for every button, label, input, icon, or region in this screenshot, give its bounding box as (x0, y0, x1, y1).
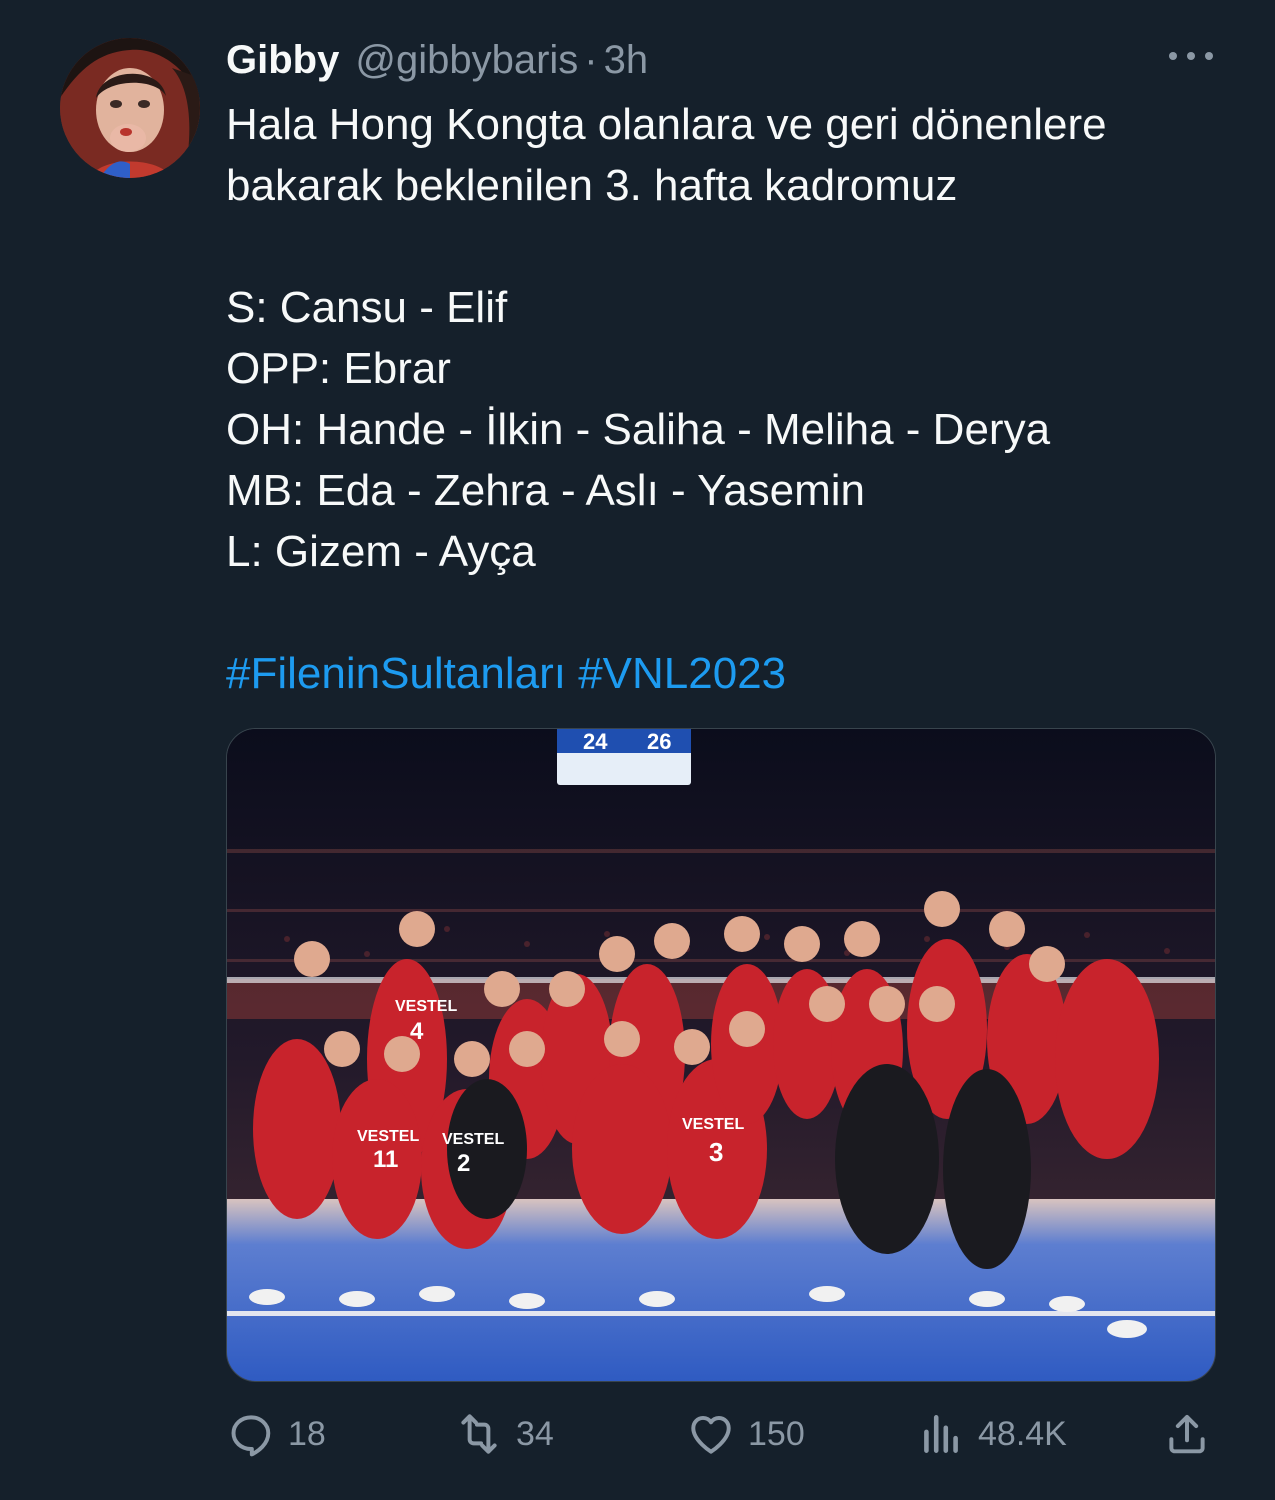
more-dot (1169, 52, 1177, 60)
jersey-brand: VESTEL (682, 1116, 744, 1133)
like-button[interactable]: 150 (686, 1404, 805, 1464)
jersey-brand: VESTEL (395, 998, 457, 1015)
more-dot (1187, 52, 1195, 60)
tweet-line: OH: Hande - İlkin - Saliha - Meliha - De… (226, 405, 1051, 454)
retweet-count: 34 (516, 1414, 554, 1453)
tweet-line: OPP: Ebrar (226, 344, 451, 393)
views-icon (924, 1415, 958, 1453)
avatar[interactable] (60, 38, 200, 178)
heart-icon (691, 1415, 731, 1454)
score-right: 26 (647, 729, 671, 754)
jersey-number: 11 (373, 1146, 398, 1173)
views-button[interactable]: 48.4K (916, 1404, 1067, 1464)
tweet-line (226, 582, 1216, 643)
tweet-header: Gibby @gibbybaris · 3h (226, 34, 648, 86)
tweet-line: L: Gizem - Ayça (226, 527, 536, 576)
like-count: 150 (748, 1414, 805, 1453)
tweet-text: Hala Hong Kongta olanlara ve geri dönenl… (226, 94, 1216, 704)
tweet-time[interactable]: 3h (604, 38, 649, 83)
team-photo: 24 26 VESTEL 4 VESTEL 11 VESTEL 2 VESTEL… (227, 729, 1215, 1381)
tweet-photo[interactable]: 24 26 VESTEL 4 VESTEL 11 VESTEL 2 VESTEL… (226, 728, 1216, 1382)
jersey-brand: VESTEL (442, 1131, 504, 1148)
tweet-line: bakarak beklenilen 3. hafta kadromuz (226, 161, 958, 210)
retweet-button[interactable]: 34 (454, 1404, 554, 1464)
share-button[interactable] (1162, 1404, 1212, 1464)
author-handle[interactable]: @gibbybaris (355, 38, 578, 83)
jersey-number: 2 (457, 1150, 470, 1177)
jersey-number: 4 (410, 1018, 424, 1045)
action-bar: 18 34 150 48.4K (226, 1404, 1216, 1464)
reply-button[interactable]: 18 (226, 1404, 326, 1464)
score-left: 24 (583, 729, 608, 754)
views-count: 48.4K (978, 1414, 1067, 1453)
tweet-line: Hala Hong Kongta olanlara ve geri dönenl… (226, 100, 1107, 149)
more-icon[interactable] (1169, 44, 1213, 68)
separator-dot: · (584, 37, 598, 82)
jersey-brand: VESTEL (357, 1128, 419, 1145)
hashtags-link[interactable]: #FileninSultanları #VNL2023 (226, 643, 1216, 704)
more-dot (1205, 52, 1213, 60)
jersey-number: 3 (709, 1137, 723, 1167)
share-icon (1169, 1414, 1205, 1454)
author-name[interactable]: Gibby (226, 38, 339, 83)
tweet[interactable]: Gibby @gibbybaris · 3h Hala Hong Kongta … (0, 0, 1275, 1500)
avatar-image (60, 38, 200, 178)
reply-icon (231, 1415, 271, 1457)
retweet-icon (461, 1414, 497, 1454)
tweet-line: S: Cansu - Elif (226, 283, 508, 332)
reply-count: 18 (288, 1414, 326, 1453)
tweet-line (226, 216, 1216, 277)
tweet-line: MB: Eda - Zehra - Aslı - Yasemin (226, 466, 866, 515)
